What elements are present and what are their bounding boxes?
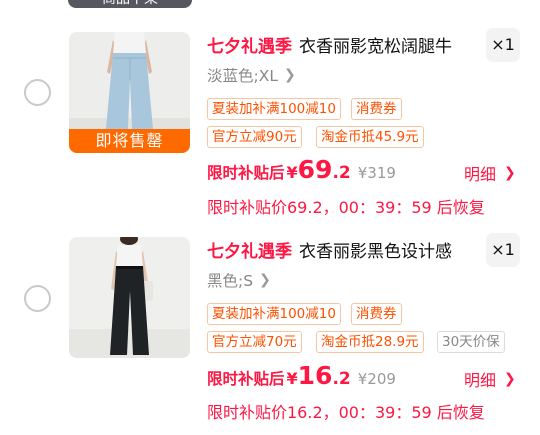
discount-tag: 夏装加补满100减10 [207, 303, 341, 325]
pants-photo [69, 237, 190, 358]
coupon-tag: 消费券 [351, 98, 402, 120]
price-currency: ¥ [286, 369, 298, 388]
promo-label: 七夕礼遇季 [207, 36, 292, 57]
product-title[interactable]: 七夕礼遇季 衣香丽影宽松阔腿牛 [207, 31, 452, 57]
price-integer: 69 [297, 155, 333, 184]
coupon-tag: 消费券 [351, 303, 402, 325]
chevron-right-icon: ❯ [504, 371, 516, 387]
product-title[interactable]: 七夕礼遇季 衣香丽影黑色设计感 [207, 236, 452, 262]
section-tag: 商品下架 [68, 0, 192, 8]
chevron-right-icon: ❯ [259, 272, 271, 288]
countdown-text: 限时补贴价16.2，00：39：59 后恢复 [207, 403, 485, 422]
coin-discount-tag: 淘金币抵45.9元 [316, 126, 424, 148]
price-label: 限时补贴后 [207, 164, 285, 182]
product-image[interactable] [69, 237, 190, 358]
spec-text: 淡蓝色;XL [207, 67, 278, 85]
official-discount-tag: 官方立减90元 [207, 126, 302, 148]
price-decimal: .2 [332, 163, 351, 183]
original-price: ¥209 [357, 370, 396, 388]
price-detail-link[interactable]: 明细 ❯ [464, 161, 516, 185]
chevron-right-icon: ❯ [504, 165, 516, 181]
spec-selector[interactable]: 淡蓝色;XL ❯ [207, 64, 296, 86]
original-price: ¥319 [357, 164, 396, 182]
price-label: 限时补贴后 [207, 370, 285, 388]
chevron-right-icon: ❯ [283, 67, 296, 83]
quantity-badge[interactable]: ×1 [486, 233, 520, 267]
title-text: 衣香丽影宽松阔腿牛 [299, 36, 452, 57]
quantity-badge[interactable]: ×1 [486, 28, 520, 62]
price-decimal: .2 [332, 369, 351, 389]
price-currency: ¥ [286, 163, 298, 182]
title-text: 衣香丽影黑色设计感 [299, 241, 452, 262]
detail-label: 明细 [464, 371, 497, 390]
price-detail-link[interactable]: 明细 ❯ [464, 367, 516, 391]
promo-label: 七夕礼遇季 [207, 241, 292, 262]
select-radio-icon[interactable] [24, 285, 51, 312]
official-discount-tag: 官方立减70元 [207, 331, 302, 353]
price: 限时补贴后 ¥ 69 .2 ¥319 [207, 155, 396, 185]
detail-label: 明细 [464, 165, 497, 184]
coin-discount-tag: 淘金币抵28.9元 [316, 331, 424, 353]
spec-text: 黑色;S [207, 272, 254, 290]
spec-selector[interactable]: 黑色;S ❯ [207, 269, 271, 291]
discount-tag: 夏装加补满100减10 [207, 98, 341, 120]
price-integer: 16 [297, 361, 333, 390]
countdown-text: 限时补贴价69.2，00：39：59 后恢复 [207, 198, 485, 217]
sold-out-soon-banner: 即将售罄 [69, 129, 190, 153]
select-radio-icon[interactable] [24, 79, 51, 106]
product-image[interactable]: 即将售罄 [69, 32, 190, 153]
price-protection-tag: 30天价保 [437, 331, 505, 353]
price: 限时补贴后 ¥ 16 .2 ¥209 [207, 361, 396, 391]
